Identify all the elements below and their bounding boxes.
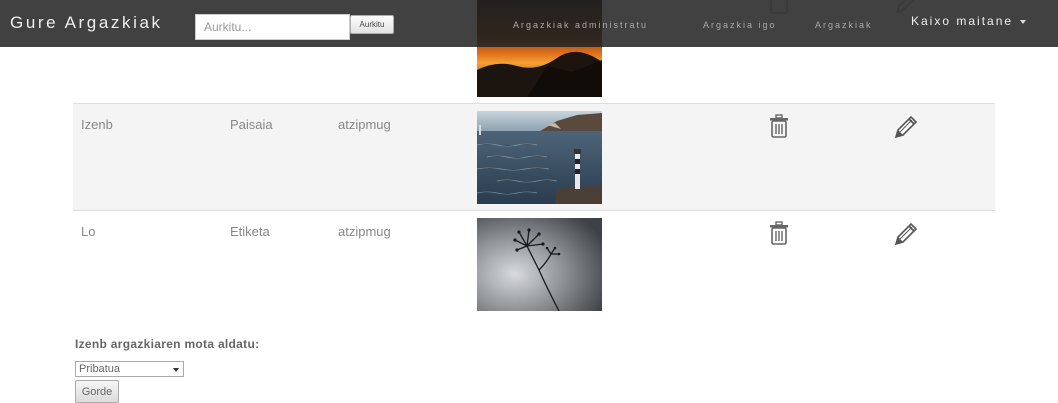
save-button[interactable]: Gorde xyxy=(75,380,119,403)
user-greeting: Kaixo maitane xyxy=(911,14,1014,28)
photo-type-select[interactable]: Pribatua xyxy=(75,361,184,377)
photo-type: Paisaia xyxy=(230,117,273,132)
photo-name: Izenb xyxy=(81,117,113,132)
search-button[interactable]: Aurkitu xyxy=(350,15,394,34)
photo-user: atzipmug xyxy=(338,224,391,239)
caret-down-icon xyxy=(1020,19,1027,24)
pencil-icon[interactable] xyxy=(893,114,919,140)
trash-icon[interactable] xyxy=(768,114,790,138)
brand-logo[interactable]: Gure Argazkiak xyxy=(10,13,163,33)
lighthouse-sea-photo xyxy=(477,111,602,204)
photo-user: atzipmug xyxy=(338,117,391,132)
nav-link-manage-photos[interactable]: Argazkiak administratu xyxy=(513,20,648,30)
chevron-down-icon xyxy=(173,368,179,372)
nav-link-upload-photo[interactable]: Argazkia igo xyxy=(703,20,777,30)
user-menu-dropdown[interactable]: Kaixo maitane xyxy=(911,14,1027,28)
select-value: Pribatua xyxy=(79,363,120,375)
table-row: Izenb Paisaia atzipmug xyxy=(73,103,995,210)
nav-link-photos[interactable]: Argazkiak xyxy=(815,20,873,30)
trash-icon[interactable] xyxy=(768,221,790,245)
photo-type: Etiketa xyxy=(230,224,270,239)
table-row: Lo Etiketa atzipmug xyxy=(73,210,995,320)
pencil-icon[interactable] xyxy=(893,221,919,247)
navbar: Gure Argazkiak Aurkitu Argazkiak adminis… xyxy=(0,0,1058,47)
dry-plant-silhouette-photo xyxy=(477,218,602,311)
photo-name: Lo xyxy=(81,224,96,239)
search-input[interactable] xyxy=(195,14,350,40)
change-type-label: Izenb argazkiaren mota aldatu: xyxy=(75,337,260,351)
